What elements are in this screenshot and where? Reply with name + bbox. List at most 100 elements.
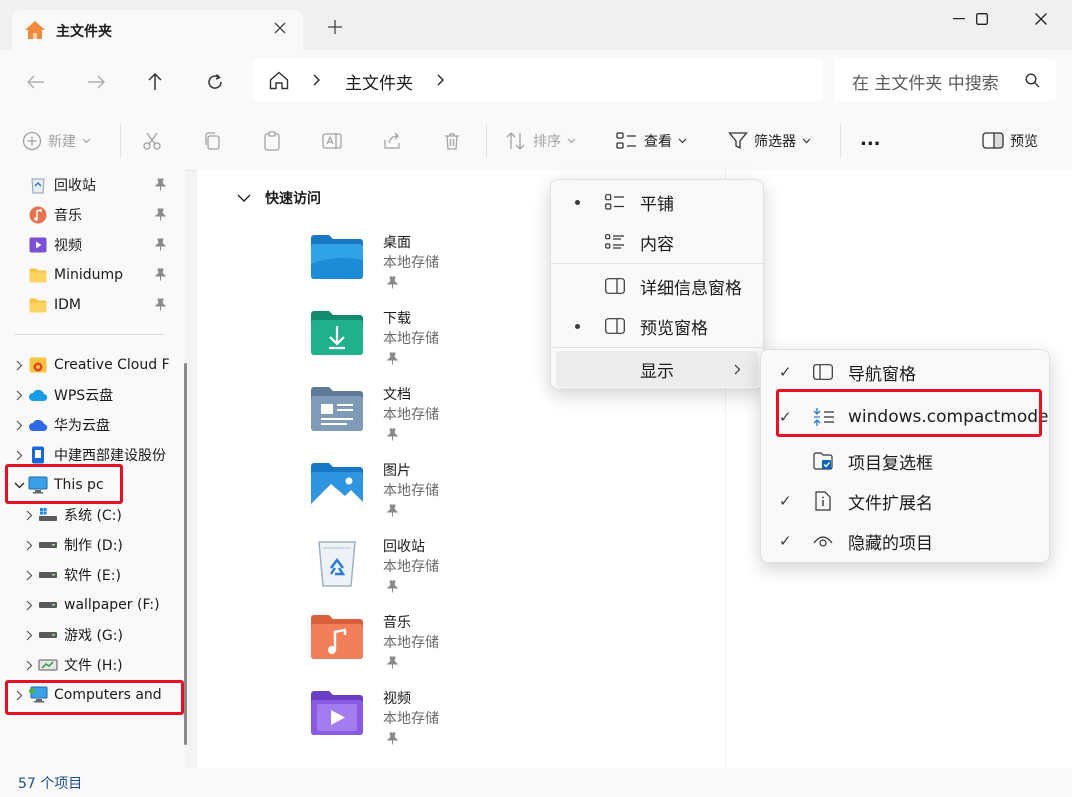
pin-icon[interactable] — [387, 428, 398, 441]
submenu-item-checkboxes[interactable]: 项目复选框 — [761, 441, 1049, 481]
chevron-right-icon[interactable] — [313, 74, 321, 86]
sidebar-item-video[interactable]: 视频 — [0, 230, 185, 260]
quick-access-item-downloads[interactable]: 下载 本地存储 — [309, 306, 569, 376]
item-count: 57 个项目 — [18, 776, 83, 792]
forward-button[interactable] — [82, 68, 110, 96]
quick-access-header[interactable]: 快速访问 — [237, 188, 321, 208]
address-bar[interactable]: 主文件夹 — [253, 59, 823, 101]
quick-access-item-videos[interactable]: 视频 本地存储 — [309, 686, 569, 756]
more-options-button[interactable]: ... — [860, 124, 881, 154]
clipboard-icon — [264, 131, 280, 151]
sidebar-item-drive-f[interactable]: wallpaper (F:) — [0, 590, 185, 620]
pin-icon[interactable] — [155, 298, 166, 311]
close-window-button[interactable] — [1018, 0, 1064, 38]
menu-item-details-pane[interactable]: 详细信息窗格 — [551, 266, 763, 306]
sidebar-item-minidump[interactable]: Minidump — [0, 260, 185, 290]
menu-item-content[interactable]: 内容 — [551, 222, 763, 262]
sidebar-item-drive-d[interactable]: 制作 (D:) — [0, 530, 185, 560]
delete-button[interactable] — [442, 126, 462, 156]
pin-icon[interactable] — [387, 732, 398, 745]
chevron-right-icon[interactable] — [437, 74, 445, 86]
sidebar-item-recycle-bin[interactable]: 回收站 — [0, 170, 185, 200]
eye-icon — [813, 534, 833, 548]
music-folder-icon — [309, 614, 365, 660]
filter-icon — [728, 132, 748, 150]
pin-icon[interactable] — [155, 268, 166, 281]
recycle-bin-icon — [309, 538, 365, 588]
quick-access-item-documents[interactable]: 文档 本地存储 — [309, 382, 569, 452]
cut-button[interactable] — [142, 126, 162, 156]
quick-access-item-music[interactable]: 音乐 本地存储 — [309, 610, 569, 680]
arrow-right-icon — [88, 75, 105, 89]
menu-item-preview-pane[interactable]: 预览窗格 — [551, 306, 763, 346]
refresh-icon — [208, 73, 222, 89]
pin-icon[interactable] — [155, 208, 166, 221]
search-input[interactable]: 在 主文件夹 中搜索 — [852, 69, 999, 94]
view-button[interactable]: 查看 — [616, 126, 687, 156]
pin-icon[interactable] — [155, 238, 166, 251]
sidebar-item-drive-c[interactable]: 系统 (C:) — [0, 500, 185, 530]
share-button[interactable] — [382, 126, 402, 156]
sidebar-item-drive-h[interactable]: 文件 (H:) — [0, 650, 185, 680]
sort-button[interactable]: 排序 — [505, 126, 576, 156]
back-button[interactable] — [22, 68, 50, 96]
quick-access-item-desktop[interactable]: 桌面 本地存储 — [309, 230, 569, 300]
menu-item-tiles[interactable]: 平铺 — [551, 182, 763, 222]
search-box[interactable]: 在 主文件夹 中搜索 — [834, 59, 1056, 101]
chevron-right-icon[interactable] — [20, 510, 38, 521]
sidebar-item-drive-g[interactable]: 游戏 (G:) — [0, 620, 185, 650]
refresh-button[interactable] — [201, 68, 229, 96]
new-button[interactable]: 新建 — [22, 126, 91, 156]
filter-label: 筛选器 — [754, 134, 796, 150]
trash-icon — [445, 133, 459, 150]
pin-icon[interactable] — [387, 580, 398, 593]
pin-icon[interactable] — [387, 656, 398, 669]
view-menu: 平铺 内容 详细信息窗格 预览窗格 显示 — [550, 179, 764, 389]
tab-close-icon[interactable] — [274, 22, 286, 34]
paste-button[interactable] — [262, 126, 282, 156]
chevron-right-icon[interactable] — [20, 540, 38, 551]
pin-icon[interactable] — [387, 276, 398, 289]
menu-item-show[interactable]: 显示 — [556, 351, 758, 387]
chevron-right-icon[interactable] — [20, 570, 38, 581]
details-pane-icon — [605, 278, 625, 294]
filter-button[interactable]: 筛选器 — [728, 126, 811, 156]
maximize-button[interactable] — [959, 0, 1005, 38]
chevron-right-icon[interactable] — [10, 360, 28, 371]
sidebar-item-creative-cloud[interactable]: Creative Cloud F — [0, 350, 185, 380]
submenu-item-navigation-pane[interactable]: ✓ 导航窗格 — [761, 352, 1049, 392]
copy-icon — [205, 132, 220, 150]
submenu-item-file-extensions[interactable]: ✓ 文件扩展名 — [761, 481, 1049, 521]
rename-button[interactable] — [322, 126, 344, 156]
highlight-box-computers — [5, 680, 184, 715]
chevron-right-icon[interactable] — [20, 600, 38, 611]
address-segment[interactable]: 主文件夹 — [345, 69, 413, 94]
sidebar-item-huawei-cloud[interactable]: 华为云盘 — [0, 410, 185, 440]
pin-icon[interactable] — [387, 352, 398, 365]
tab-home[interactable]: 主文件夹 — [12, 10, 303, 50]
copy-button[interactable] — [202, 126, 222, 156]
chevron-right-icon[interactable] — [20, 630, 38, 641]
selected-dot-icon — [575, 323, 580, 329]
pin-icon[interactable] — [387, 504, 398, 517]
downloads-folder-icon — [309, 310, 365, 356]
chevron-right-icon[interactable] — [10, 450, 28, 461]
quick-access-item-recycle-bin[interactable]: 回收站 本地存储 — [309, 534, 569, 604]
up-button[interactable] — [141, 68, 169, 96]
chevron-right-icon[interactable] — [10, 420, 28, 431]
home-outline-icon[interactable] — [269, 71, 289, 90]
sidebar-item-wps-cloud[interactable]: WPS云盘 — [0, 380, 185, 410]
new-tab-icon[interactable] — [328, 20, 342, 34]
pin-icon[interactable] — [155, 178, 166, 191]
toolbar-divider — [486, 124, 487, 158]
sidebar-scrollbar[interactable] — [184, 363, 187, 745]
sidebar-item-idm[interactable]: IDM — [0, 290, 185, 320]
sidebar-item-music[interactable]: 音乐 — [0, 200, 185, 230]
chevron-right-icon[interactable] — [10, 390, 28, 401]
submenu-item-hidden-items[interactable]: ✓ 隐藏的项目 — [761, 521, 1049, 561]
search-icon[interactable] — [1025, 73, 1040, 88]
preview-button[interactable]: 预览 — [982, 126, 1038, 156]
chevron-right-icon[interactable] — [20, 660, 38, 671]
quick-access-item-pictures[interactable]: 图片 本地存储 — [309, 458, 569, 528]
sidebar-item-drive-e[interactable]: 软件 (E:) — [0, 560, 185, 590]
